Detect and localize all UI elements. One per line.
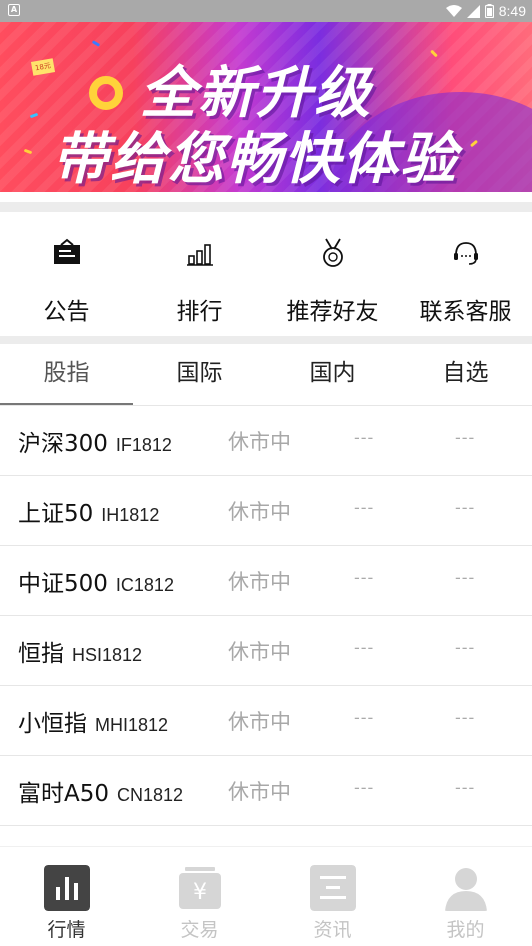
quote-name: 小恒指	[18, 711, 87, 737]
table-row[interactable]: 沪深300 IF1812 休市中 --- ---	[0, 406, 532, 476]
quote-status: 休市中	[228, 570, 291, 594]
nav-market[interactable]: 行情	[0, 847, 133, 946]
tab-watchlist[interactable]: 自选	[399, 344, 532, 406]
gold-ring-decoration	[89, 76, 123, 110]
quick-item-customer-service[interactable]: 联系客服	[399, 212, 532, 336]
tab-stock-index[interactable]: 股指	[0, 344, 133, 406]
nav-profile[interactable]: 我的	[399, 847, 532, 946]
yuan-wallet-icon: ¥	[178, 867, 221, 909]
table-row[interactable]: 富时A50 CN1812 休市中 --- ---	[0, 756, 532, 826]
divider	[0, 336, 532, 344]
quick-item-ranking[interactable]: 排行	[133, 212, 266, 336]
market-chart-icon	[43, 865, 90, 911]
battery-icon	[484, 4, 494, 18]
nav-label: 交易	[180, 919, 219, 941]
quick-item-label: 联系客服	[419, 299, 512, 325]
quick-item-label: 排行	[176, 299, 223, 325]
quote-change: ---	[455, 498, 476, 517]
headset-icon	[453, 242, 478, 265]
quote-change: ---	[455, 428, 476, 447]
quote-price: ---	[354, 428, 375, 447]
table-row[interactable]	[0, 826, 532, 846]
quote-status: 休市中	[228, 710, 291, 734]
quote-code: CN1812	[117, 785, 184, 805]
quote-change: ---	[455, 778, 476, 797]
table-row[interactable]: 小恒指 MHI1812 休市中 --- ---	[0, 686, 532, 756]
announcement-icon	[53, 238, 80, 264]
medal-icon	[322, 238, 343, 267]
quote-code: IC1812	[115, 575, 174, 595]
wifi-icon	[445, 4, 462, 17]
quote-name: 富时A50	[18, 781, 110, 807]
quote-price: ---	[354, 638, 375, 657]
quote-change: ---	[455, 568, 476, 587]
nav-trade[interactable]: ¥ 交易	[133, 847, 266, 946]
market-tabs: 股指 国际 国内 自选	[0, 344, 532, 406]
quote-name: 中证500	[18, 571, 108, 597]
quote-status: 休市中	[228, 640, 291, 664]
nav-news[interactable]: 资讯	[266, 847, 399, 946]
table-row[interactable]: 中证500 IC1812 休市中 --- ---	[0, 546, 532, 616]
quote-status: 休市中	[228, 430, 291, 454]
divider	[0, 202, 532, 212]
quote-list: 沪深300 IF1812 休市中 --- --- 上证50 IH1812 休市中 -…	[0, 406, 532, 846]
tab-domestic[interactable]: 国内	[266, 344, 399, 406]
quote-change: ---	[455, 708, 476, 727]
nav-label: 我的	[446, 919, 485, 941]
quick-menu: 公告 排行 推荐好友 联系客服	[0, 212, 532, 336]
quote-code: MHI1812	[95, 715, 169, 735]
status-bar: A 8:49	[0, 0, 532, 22]
quote-code: IH1812	[101, 505, 160, 525]
bottom-nav: 行情 ¥ 交易 资讯 我的	[0, 846, 532, 946]
quick-item-label: 推荐好友	[286, 299, 379, 325]
promo-banner[interactable]: 18元 全新升级 带给您畅快体验	[0, 22, 532, 192]
user-icon	[444, 868, 487, 911]
quote-code: HSI1812	[72, 645, 143, 665]
quote-change: ---	[455, 638, 476, 657]
quote-price: ---	[354, 778, 375, 797]
quote-price: ---	[354, 568, 375, 587]
quote-status: 休市中	[228, 780, 291, 804]
bar-chart-icon	[186, 244, 213, 266]
banner-subheadline: 带给您畅快体验	[52, 127, 458, 192]
quick-item-announcement[interactable]: 公告	[0, 212, 133, 336]
quote-price: ---	[354, 708, 375, 727]
quote-code: IF1812	[115, 435, 172, 455]
android-notification-icon: A	[8, 4, 20, 16]
news-icon	[309, 865, 356, 911]
tab-international[interactable]: 国际	[133, 344, 266, 406]
svg-text:¥: ¥	[193, 880, 207, 905]
quote-name: 恒指	[18, 641, 64, 667]
quote-name: 沪深300	[18, 431, 108, 457]
status-time: 8:49	[498, 3, 526, 19]
quote-name: 上证50	[18, 501, 94, 527]
table-row[interactable]: 上证50 IH1812 休市中 --- ---	[0, 476, 532, 546]
quote-price: ---	[354, 498, 375, 517]
table-row[interactable]: 恒指 HSI1812 休市中 --- ---	[0, 616, 532, 686]
cell-signal-icon	[466, 4, 480, 18]
quote-status: 休市中	[228, 500, 291, 524]
nav-label: 行情	[47, 919, 86, 941]
quick-item-label: 公告	[43, 299, 90, 325]
nav-label: 资讯	[313, 919, 352, 941]
quick-item-refer-friend[interactable]: 推荐好友	[266, 212, 399, 336]
